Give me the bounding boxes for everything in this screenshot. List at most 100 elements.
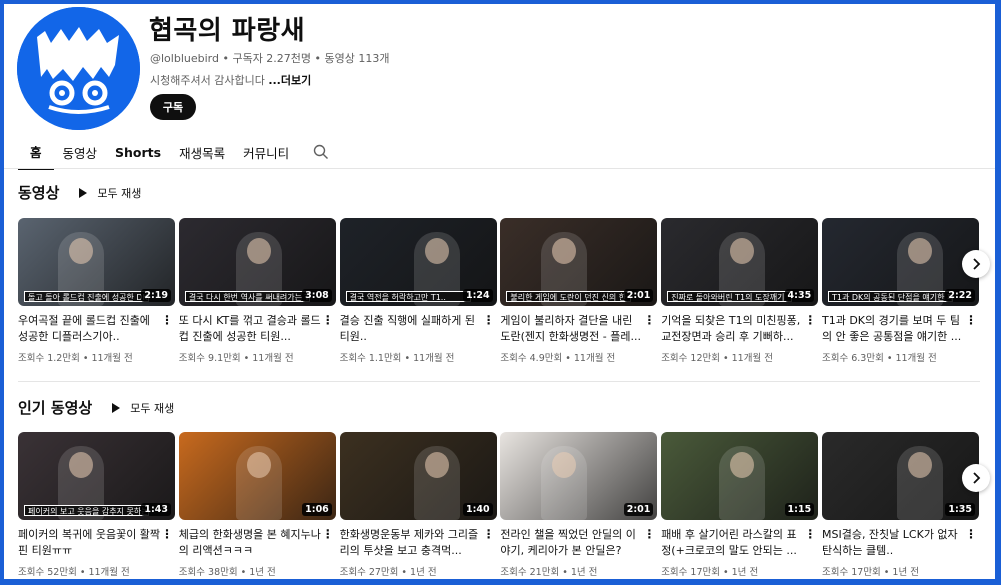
play-all-button[interactable]: 모두 재생 bbox=[112, 400, 174, 416]
play-all-label: 모두 재생 bbox=[97, 186, 142, 200]
tab-community[interactable]: 커뮤니티 bbox=[234, 134, 298, 170]
tab-playlists[interactable]: 재생목록 bbox=[170, 134, 234, 170]
video-thumbnail[interactable]: 페이커의 보고 웃음을 감추지 못하는 1:43 bbox=[18, 432, 175, 520]
more-vert-icon[interactable]: ⋮ bbox=[965, 314, 977, 326]
thumbnail-caption: 결국 다시 한번 역사를 써내려가는 T1 bbox=[184, 291, 310, 302]
video-title[interactable]: T1과 DK의 경기를 보며 두 팀의 안 좋은 공통점을 얘기한 ... bbox=[822, 313, 979, 344]
video-thumbnail[interactable]: 불리한 게임에 도란이 던진 신의 한 수 2:01 bbox=[500, 218, 658, 306]
video-title[interactable]: 페이커의 복귀에 웃음꽃이 활짝 핀 티원ㅠㅠ bbox=[18, 527, 175, 558]
thumbnail-face bbox=[246, 452, 271, 478]
section-videos-header: 동영상 모두 재생 bbox=[18, 182, 141, 203]
video-meta: 조회수 6.3만회 • 11개월 전 bbox=[821, 353, 937, 364]
video-card[interactable]: 진짜로 돌아와버린 T1의 도장깨기 4:35 기억을 되찾은 T1의 미친핑퐁, … bbox=[661, 218, 819, 364]
video-thumbnail[interactable]: 1:06 bbox=[178, 432, 336, 520]
tab-videos[interactable]: 동영상 bbox=[54, 134, 107, 170]
video-title[interactable]: 체급의 한화생명을 본 혜지누나의 리액션ㅋㅋㅋ bbox=[179, 527, 336, 558]
section-popular-header: 인기 동영상 모두 재생 bbox=[18, 397, 174, 418]
duration-badge: 1:35 bbox=[945, 503, 975, 516]
video-card[interactable]: 1:06 체급의 한화생명을 본 혜지누나의 리액션ㅋㅋㅋ 조회수 38만회 • 1… bbox=[178, 432, 336, 578]
play-icon bbox=[79, 187, 88, 198]
duration-badge: 1:43 bbox=[141, 503, 171, 516]
video-meta: 조회수 17만회 • 1년 전 bbox=[661, 567, 759, 578]
video-title[interactable]: 게임이 불리하자 결단을 내린 도란(젠지 한화생명전 - 플레... bbox=[500, 313, 657, 344]
video-title[interactable]: 우여곡절 끝에 롤드컵 진출에 성공한 디플러스기아.. bbox=[18, 313, 175, 344]
video-card[interactable]: 1:15 패배 후 살기어린 라스칼의 표정(+크로코의 말도 안되는 ... 조회… bbox=[661, 432, 819, 578]
video-card[interactable]: 결국 다시 한번 역사를 써내려가는 T1 3:08 또 다시 KT를 꺾고 결승과… bbox=[178, 218, 336, 364]
thumbnail-caption: 페이커의 보고 웃음을 감추지 못하는 bbox=[24, 505, 149, 516]
thumbnail-face bbox=[424, 452, 449, 478]
video-meta: 조회수 1.1만회 • 11개월 전 bbox=[339, 353, 455, 364]
video-thumbnail[interactable]: 1:15 bbox=[661, 432, 819, 520]
channel-name: 협곡의 파랑새 bbox=[149, 16, 306, 46]
video-meta: 조회수 27만회 • 1년 전 bbox=[339, 567, 437, 578]
channel-page: 협곡의 파랑새 @lolbluebird • 구독자 2.27천명 • 동영상 … bbox=[4, 4, 995, 579]
play-all-label: 모두 재생 bbox=[130, 401, 175, 415]
video-card[interactable]: 불리한 게임에 도란이 던진 신의 한 수 2:01 게임이 불리하자 결단을 내린… bbox=[500, 218, 658, 364]
video-card[interactable]: 1:40 한화생명운동부 제카와 그리즐리의 투샷을 보고 충격먹... 조회수 2… bbox=[339, 432, 497, 578]
video-title[interactable]: 결승 진출 직행에 실패하게 된 티원.. bbox=[340, 313, 497, 344]
video-card[interactable]: 페이커의 보고 웃음을 감추지 못하는 1:43 페이커의 복귀에 웃음꽃이 활짝 … bbox=[18, 432, 175, 578]
video-title[interactable]: MSI결승, 잔칫날 LCK가 없자 탄식하는 클템.. bbox=[822, 527, 979, 558]
more-vert-icon[interactable]: ⋮ bbox=[804, 528, 816, 540]
video-thumbnail[interactable]: 결국 역전을 허락하고만 T1.. 1:24 bbox=[339, 218, 497, 306]
video-card[interactable]: 1:35 MSI결승, 잔칫날 LCK가 없자 탄식하는 클템.. 조회수 17만회… bbox=[821, 432, 979, 578]
next-arrow-button[interactable] bbox=[962, 250, 990, 278]
thumbnail-face bbox=[424, 238, 449, 264]
channel-description[interactable]: 시청해주셔서 감사합니다 ...더보기 bbox=[150, 72, 311, 88]
next-arrow-button[interactable] bbox=[962, 464, 990, 492]
video-thumbnail[interactable]: T1과 DK의 공동된 단점을 얘기한 페이커2:22 bbox=[821, 218, 979, 306]
video-thumbnail[interactable]: 돌고 돌아 롤드컵 진출에 성공한 DK 2:19 bbox=[18, 218, 175, 306]
more-vert-icon[interactable]: ⋮ bbox=[161, 314, 173, 326]
video-card[interactable]: 결국 역전을 허락하고만 T1.. 1:24 결승 진출 직행에 실패하게 된 티원… bbox=[339, 218, 497, 364]
more-vert-icon[interactable]: ⋮ bbox=[322, 528, 334, 540]
video-row-popular: 페이커의 보고 웃음을 감추지 못하는 1:43 페이커의 복귀에 웃음꽃이 활짝 … bbox=[18, 432, 983, 578]
more-vert-icon[interactable]: ⋮ bbox=[483, 314, 495, 326]
subscribe-button[interactable]: 구독 bbox=[150, 94, 196, 120]
tab-shorts[interactable]: Shorts bbox=[106, 134, 170, 170]
tab-home[interactable]: 홈 bbox=[18, 134, 54, 170]
video-title[interactable]: 또 다시 KT를 꺾고 결승과 롤드컵 진출에 성공한 티원... bbox=[179, 313, 336, 344]
channel-tabs: 홈 동영상 Shorts 재생목록 커뮤니티 bbox=[18, 134, 336, 170]
description-text: 시청해주셔서 감사합니다 bbox=[150, 74, 265, 87]
video-meta: 조회수 9.1만회 • 11개월 전 bbox=[178, 353, 294, 364]
more-vert-icon[interactable]: ⋮ bbox=[483, 528, 495, 540]
more-link[interactable]: ...더보기 bbox=[268, 74, 311, 87]
thumbnail-face bbox=[69, 238, 93, 264]
video-title[interactable]: 기억을 되찾은 T1의 미친핑퐁, 교전장면과 승리 후 기뻐하... bbox=[661, 313, 818, 344]
more-vert-icon[interactable]: ⋮ bbox=[804, 314, 816, 326]
thumbnail-caption: 결국 역전을 허락하고만 T1.. bbox=[345, 291, 471, 302]
section-divider bbox=[18, 381, 980, 382]
more-vert-icon[interactable]: ⋮ bbox=[161, 528, 173, 540]
video-meta: 조회수 1.2만회 • 11개월 전 bbox=[18, 353, 133, 364]
duration-badge: 2:01 bbox=[623, 503, 654, 516]
search-icon[interactable] bbox=[306, 134, 336, 170]
video-meta: 조회수 52만회 • 11개월 전 bbox=[18, 567, 130, 578]
video-meta: 조회수 17만회 • 1년 전 bbox=[821, 567, 919, 578]
section-title: 인기 동영상 bbox=[18, 399, 93, 417]
more-vert-icon[interactable]: ⋮ bbox=[965, 528, 977, 540]
thumbnail-face bbox=[246, 238, 271, 264]
video-card[interactable]: T1과 DK의 공동된 단점을 얘기한 페이커2:22 T1과 DK의 경기를 보… bbox=[821, 218, 979, 364]
section-title: 동영상 bbox=[18, 184, 60, 202]
video-meta: 조회수 38만회 • 1년 전 bbox=[178, 567, 276, 578]
duration-badge: 2:19 bbox=[141, 289, 171, 302]
video-card[interactable]: 돌고 돌아 롤드컵 진출에 성공한 DK 2:19 우여곡절 끝에 롤드컵 진출에 … bbox=[18, 218, 175, 364]
video-title[interactable]: 전라인 챌을 찍었던 안딜의 이야기, 케리아가 본 안딜은? bbox=[500, 527, 657, 558]
channel-avatar[interactable] bbox=[17, 7, 140, 130]
thumbnail-caption: 불리한 게임에 도란이 던진 신의 한 수 bbox=[506, 291, 632, 302]
video-thumbnail[interactable]: 1:35 bbox=[821, 432, 979, 520]
more-vert-icon[interactable]: ⋮ bbox=[643, 314, 655, 326]
video-title[interactable]: 패배 후 살기어린 라스칼의 표정(+크로코의 말도 안되는 ... bbox=[661, 527, 818, 558]
video-title[interactable]: 한화생명운동부 제카와 그리즐리의 투샷을 보고 충격먹... bbox=[340, 527, 497, 558]
video-thumbnail[interactable]: 진짜로 돌아와버린 T1의 도장깨기 4:35 bbox=[661, 218, 819, 306]
more-vert-icon[interactable]: ⋮ bbox=[643, 528, 655, 540]
duration-badge: 3:08 bbox=[302, 289, 332, 302]
more-vert-icon[interactable]: ⋮ bbox=[322, 314, 334, 326]
video-thumbnail[interactable]: 결국 다시 한번 역사를 써내려가는 T1 3:08 bbox=[178, 218, 336, 306]
video-card[interactable]: 2:01 전라인 챌을 찍었던 안딜의 이야기, 케리아가 본 안딜은? 조회수 2… bbox=[500, 432, 658, 578]
thumbnail-caption: 진짜로 돌아와버린 T1의 도장깨기 bbox=[667, 291, 793, 302]
play-all-button[interactable]: 모두 재생 bbox=[79, 185, 141, 201]
video-row-videos: 돌고 돌아 롤드컵 진출에 성공한 DK 2:19 우여곡절 끝에 롤드컵 진출에 … bbox=[18, 218, 983, 364]
video-thumbnail[interactable]: 2:01 bbox=[500, 432, 658, 520]
video-thumbnail[interactable]: 1:40 bbox=[339, 432, 497, 520]
